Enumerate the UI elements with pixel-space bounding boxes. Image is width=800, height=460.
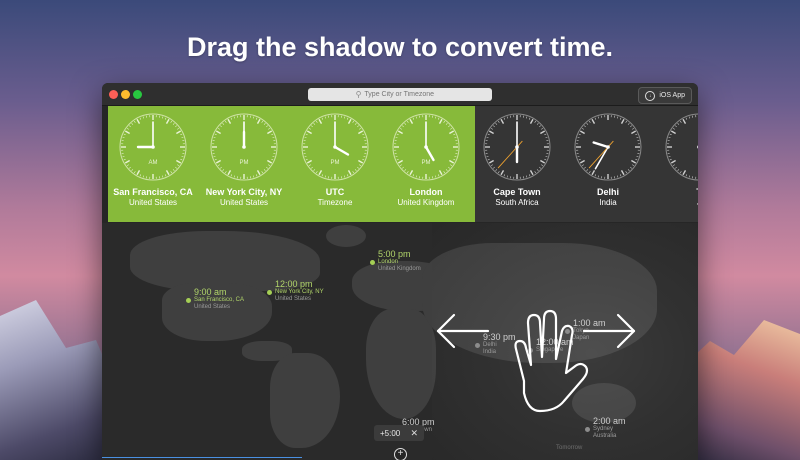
clock-card[interactable]: PM New York City, NY United States [199, 112, 289, 220]
land-greenland [326, 225, 366, 247]
title-bar: ⚲ ↓ iOS App [102, 83, 698, 106]
tomorrow-label: Tomorrow [556, 445, 583, 451]
map-marker-city: San Francisco, CA [194, 297, 245, 303]
clock-card[interactable]: PM UTC Timezone [290, 112, 380, 220]
analog-clock-icon [483, 113, 551, 181]
map-marker-city: Sydney [593, 426, 614, 432]
clock-strip: AM San Francisco, CA United States PM New Yo… [108, 106, 698, 222]
analog-clock-icon: PM [210, 113, 278, 181]
clock-city-name: London [409, 187, 443, 197]
clock-country-name: United States [128, 198, 178, 207]
location-dot-icon [370, 260, 375, 265]
time-offset-label: +5:00 [380, 428, 401, 438]
clock-card[interactable]: AM San Francisco, CA United States [108, 112, 198, 220]
map-marker-city: London [378, 259, 399, 265]
clock-city-name: Delhi [596, 187, 619, 197]
download-icon: ↓ [645, 90, 656, 101]
land-south-america [270, 353, 340, 448]
ios-app-button[interactable]: ↓ iOS App [638, 87, 692, 104]
clock-country-name: Timezone [317, 198, 353, 207]
search-icon: ⚲ [355, 90, 362, 99]
background-mountain-right [680, 320, 800, 460]
clock-country-name: United States [219, 198, 269, 207]
map-marker-country: Australia [593, 433, 617, 439]
clock-city-name: UTC [325, 187, 345, 197]
analog-clock-icon [574, 113, 642, 181]
clock-card[interactable]: PM London United Kingdom [381, 112, 471, 220]
location-dot-icon [585, 427, 590, 432]
map-marker-time: 12:00 pm [275, 279, 313, 289]
clock-city-name: Cape Town [493, 187, 541, 197]
map-city-marker[interactable]: 5:00 pm London United Kingdom [370, 249, 421, 273]
reset-offset-button[interactable]: ✕ [410, 428, 418, 439]
clock-city-name: New York City, NY [205, 187, 283, 197]
map-marker-country: United States [275, 296, 312, 302]
search-field[interactable]: ⚲ [308, 88, 492, 101]
map-marker-country: United Kingdom [378, 266, 421, 272]
add-city-button[interactable]: + [394, 448, 407, 460]
analog-clock-icon: AM [119, 113, 187, 181]
clock-country-name: India [599, 198, 617, 207]
map-marker-time: 5:00 pm [378, 249, 411, 259]
time-offset-pill: +5:00 ✕ [374, 425, 424, 441]
map-marker-city: New York City, NY [275, 289, 324, 295]
clock-card[interactable]: TJ [654, 112, 698, 220]
analog-clock-icon: PM [392, 113, 460, 181]
clock-ampm-label: PM [422, 160, 431, 166]
clock-city-name: San Francisco, CA [113, 187, 193, 197]
ios-app-label: iOS App [659, 92, 685, 99]
clock-city-name: T [654, 187, 698, 197]
headline: Drag the shadow to convert time. [186, 32, 614, 62]
clock-card[interactable]: Delhi India [563, 112, 653, 220]
clock-country-name: United Kingdom [397, 198, 455, 207]
land-africa [366, 309, 436, 419]
map-city-marker[interactable]: 12:00 pm New York City, NY United States [267, 279, 324, 303]
clock-card[interactable]: Cape Town South Africa [472, 112, 562, 220]
map-marker-country: United States [194, 304, 231, 310]
clock-country-name: South Africa [495, 198, 539, 207]
location-dot-icon [267, 290, 272, 295]
clock-ampm-label: PM [331, 160, 340, 166]
map-city-marker[interactable]: 9:00 am San Francisco, CA United States [186, 287, 245, 311]
world-map[interactable]: 9:00 am San Francisco, CA United States 12:… [102, 223, 698, 460]
clock-ampm-label: PM [240, 160, 249, 166]
drag-gesture-icon [436, 309, 636, 413]
clock-country-name: J [654, 198, 698, 207]
minimize-window-button[interactable] [121, 90, 130, 99]
zoom-window-button[interactable] [133, 90, 142, 99]
close-window-button[interactable] [109, 90, 118, 99]
location-dot-icon [186, 298, 191, 303]
analog-clock-icon: PM [301, 113, 369, 181]
analog-clock-icon [665, 113, 698, 181]
map-marker-time: 9:00 am [194, 287, 227, 297]
scroll-indicator [102, 457, 302, 458]
clock-ampm-label: AM [149, 160, 158, 166]
app-window: ⚲ ↓ iOS App AMSan Francisco, CAUnited St… [102, 83, 698, 460]
search-input[interactable] [364, 91, 445, 98]
